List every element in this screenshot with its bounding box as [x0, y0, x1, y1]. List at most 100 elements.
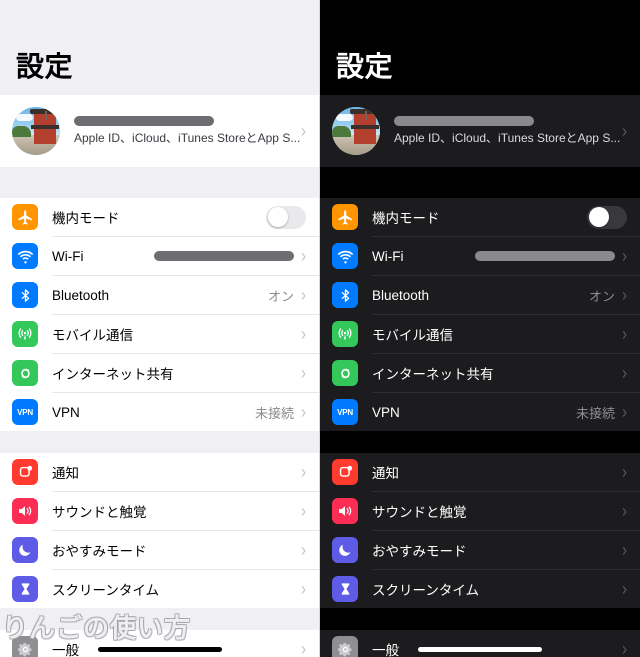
row-screen-time[interactable]: スクリーンタイム ›: [320, 570, 640, 608]
row-accessory: ›: [615, 364, 627, 383]
row-airplane-mode[interactable]: 機内モード: [0, 198, 319, 236]
apple-id-account-row[interactable]: Apple ID、iCloud、iTunes StoreとApp S... ›: [0, 95, 319, 167]
system-group-dark: 一般 ›: [320, 630, 640, 657]
row-label: 通知: [372, 466, 399, 481]
row-accessory: ›: [294, 325, 306, 344]
account-group-light: Apple ID、iCloud、iTunes StoreとApp S... ›: [0, 95, 319, 167]
connectivity-group-dark: 機内モード Wi-Fi › Bluetooth オン › モバイル通信 › イン…: [320, 198, 640, 431]
row-do-not-disturb[interactable]: おやすみモード ›: [0, 531, 319, 569]
row-accessory: ›: [294, 364, 306, 383]
row-label: おやすみモード: [372, 544, 467, 559]
chevron-right-icon: ›: [301, 539, 306, 561]
alerts-group-dark: 通知 › サウンドと触覚 › おやすみモード › スクリーンタイム ›: [320, 453, 640, 608]
toggle-knob: [588, 207, 609, 227]
home-indicator: [418, 647, 542, 652]
vpn-icon: VPN: [12, 399, 38, 425]
group-gap: [320, 431, 640, 453]
chevron-right-icon: ›: [622, 500, 627, 522]
row-accessory: ›: [301, 539, 306, 561]
row-accessory: ›: [622, 638, 627, 657]
row-airplane-mode[interactable]: 機内モード: [320, 198, 640, 236]
bluetooth-state-value: オン: [588, 288, 615, 304]
vpn-icon: VPN: [332, 399, 358, 425]
row-wifi[interactable]: Wi-Fi ›: [320, 237, 640, 275]
row-sounds-haptics[interactable]: サウンドと触覚 ›: [0, 492, 319, 530]
account-name-redacted: [394, 116, 534, 127]
notifications-icon: [332, 459, 358, 485]
wifi-network-redacted-value: [475, 251, 615, 261]
chevron-right-icon: ›: [622, 461, 627, 483]
row-accessory: ›: [622, 539, 627, 561]
row-general[interactable]: 一般 ›: [320, 630, 640, 657]
row-bluetooth[interactable]: Bluetooth オン ›: [0, 276, 319, 314]
alerts-group-light: 通知 › サウンドと触覚 › おやすみモード › スクリーンタイム ›: [0, 453, 319, 608]
row-bluetooth[interactable]: Bluetooth オン ›: [320, 276, 640, 314]
chevron-right-icon: ›: [301, 284, 306, 306]
row-screen-time[interactable]: スクリーンタイム ›: [0, 570, 319, 608]
row-label: サウンドと触覚: [52, 505, 147, 520]
row-accessory: ›: [475, 245, 627, 267]
row-accessory: 未接続 ›: [576, 403, 627, 422]
row-label: 機内モード: [52, 211, 120, 226]
row-vpn[interactable]: VPN VPN 未接続 ›: [320, 393, 640, 431]
hotspot-link-icon: [332, 360, 358, 386]
row-personal-hotspot[interactable]: インターネット共有 ›: [0, 354, 319, 392]
row-general[interactable]: 一般 ›: [0, 630, 319, 657]
row-wifi[interactable]: Wi-Fi ›: [0, 237, 319, 275]
row-notifications[interactable]: 通知 ›: [0, 453, 319, 491]
chevron-right-icon: ›: [622, 245, 627, 267]
hourglass-icon: [12, 576, 38, 602]
row-sounds-haptics[interactable]: サウンドと触覚 ›: [320, 492, 640, 530]
row-accessory: オン ›: [589, 286, 627, 305]
notifications-icon: [12, 459, 38, 485]
apple-id-account-row[interactable]: Apple ID、iCloud、iTunes StoreとApp S... ›: [320, 95, 640, 167]
account-name-redacted: [74, 116, 214, 127]
row-accessory: ›: [622, 461, 627, 483]
hotspot-link-icon: [12, 360, 38, 386]
page-title: 設定: [16, 51, 74, 82]
system-group-light: 一般 ›: [0, 630, 319, 657]
toggle-knob: [267, 207, 288, 227]
row-label: Wi-Fi: [52, 248, 84, 264]
wifi-icon: [12, 243, 38, 269]
chevron-right-icon: ›: [622, 401, 627, 423]
row-accessory: ›: [615, 323, 627, 345]
bluetooth-state-value: オン: [267, 288, 294, 304]
avatar: [332, 107, 380, 155]
row-label: おやすみモード: [52, 544, 147, 559]
airplane-mode-toggle[interactable]: [587, 205, 627, 229]
cellular-antenna-icon: [12, 321, 38, 347]
chevron-right-icon: ›: [622, 539, 627, 561]
row-cellular[interactable]: モバイル通信 ›: [0, 315, 319, 353]
bluetooth-icon: [332, 282, 358, 308]
moon-icon: [332, 537, 358, 563]
cellular-antenna-icon: [332, 321, 358, 347]
account-text: Apple ID、iCloud、iTunes StoreとApp S...: [74, 116, 301, 145]
gear-icon: [12, 636, 38, 657]
gear-icon: [332, 636, 358, 657]
nav-header-dark: 設定: [320, 0, 640, 95]
airplane-mode-toggle[interactable]: [266, 205, 306, 229]
chevron-right-icon: ›: [622, 120, 627, 142]
account-group-dark: Apple ID、iCloud、iTunes StoreとApp S... ›: [320, 95, 640, 167]
row-label: モバイル通信: [52, 328, 133, 343]
row-cellular[interactable]: モバイル通信 ›: [320, 315, 640, 353]
hourglass-icon: [332, 576, 358, 602]
group-gap: [0, 431, 319, 453]
chevron-right-icon: ›: [622, 284, 627, 306]
chevron-right-icon: ›: [622, 323, 627, 345]
row-vpn[interactable]: VPN VPN 未接続 ›: [0, 393, 319, 431]
row-notifications[interactable]: 通知 ›: [320, 453, 640, 491]
bluetooth-icon: [12, 282, 38, 308]
row-label: 通知: [52, 466, 79, 481]
row-label: VPN: [372, 404, 400, 420]
avatar: [12, 107, 60, 155]
row-accessory: ›: [301, 463, 306, 482]
row-do-not-disturb[interactable]: おやすみモード ›: [320, 531, 640, 569]
chevron-right-icon: ›: [622, 638, 627, 657]
account-subtitle: Apple ID、iCloud、iTunes StoreとApp S...: [394, 132, 621, 146]
wifi-icon: [332, 243, 358, 269]
page-title: 設定: [336, 51, 394, 82]
row-accessory: ›: [622, 500, 627, 522]
row-personal-hotspot[interactable]: インターネット共有 ›: [320, 354, 640, 392]
